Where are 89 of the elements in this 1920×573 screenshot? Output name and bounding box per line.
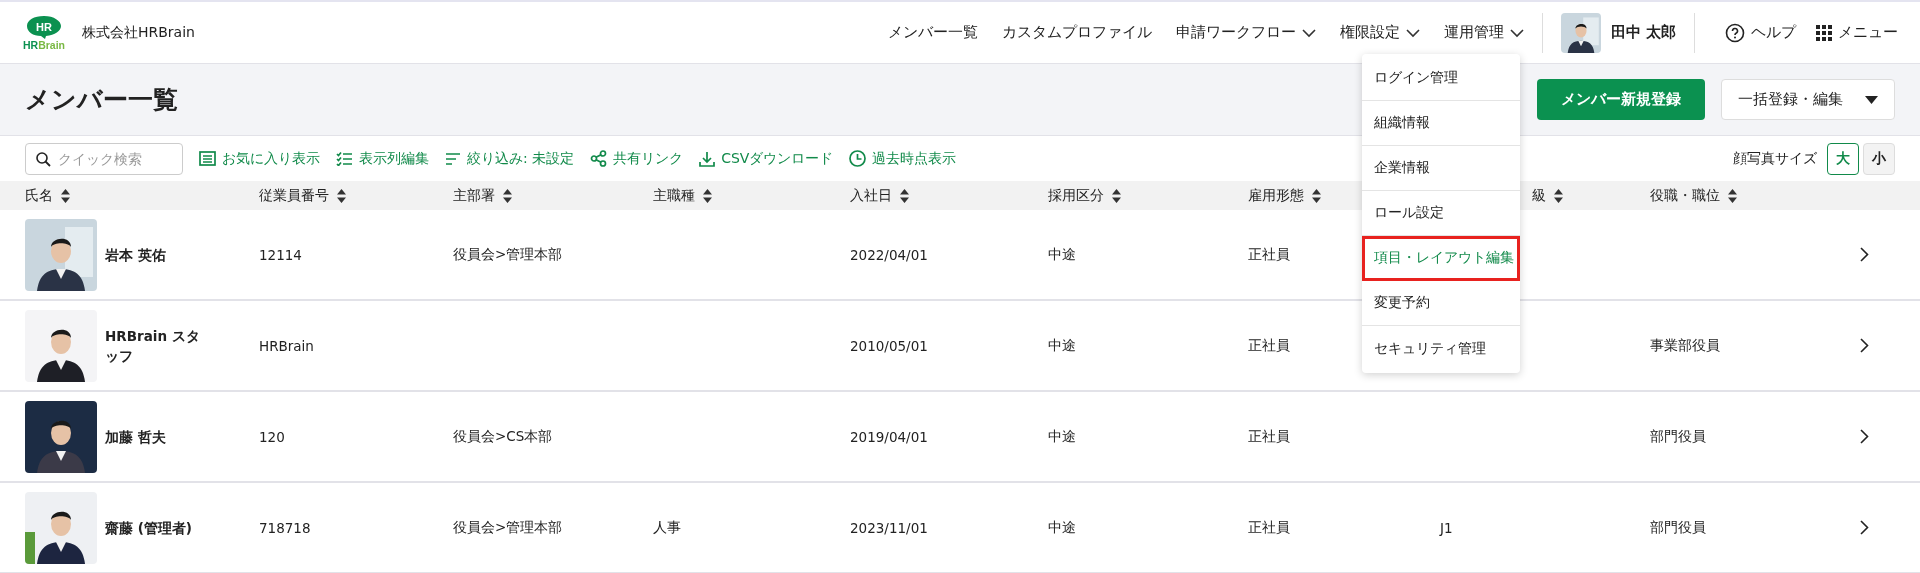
grid-icon bbox=[1816, 24, 1832, 41]
column-heading[interactable]: 主部署 bbox=[453, 186, 495, 205]
menu-link[interactable]: メニュー bbox=[1816, 23, 1898, 42]
table-cell: 正社員 bbox=[1248, 427, 1290, 446]
chevron-right-icon[interactable] bbox=[1860, 247, 1869, 262]
column-heading[interactable]: 採用区分 bbox=[1048, 186, 1104, 205]
sort-icon[interactable] bbox=[1554, 188, 1563, 203]
download-icon bbox=[699, 150, 716, 167]
chevron-down-icon bbox=[1405, 27, 1420, 38]
table-cell: 中途 bbox=[1048, 336, 1076, 355]
caret-icon bbox=[1865, 95, 1878, 104]
column-heading[interactable]: 役職・職位 bbox=[1650, 186, 1720, 205]
member-name[interactable]: 岩本 英佑 bbox=[105, 244, 201, 265]
column-heading[interactable]: 氏名 bbox=[25, 186, 53, 205]
company-name: 株式会社HRBrain bbox=[82, 23, 195, 42]
table-cell: 120 bbox=[259, 428, 285, 445]
nav-link[interactable]: 権限設定 bbox=[1339, 23, 1420, 42]
table-cell: HRBrain bbox=[259, 337, 314, 354]
table-cell: 役員会>管理本部 bbox=[453, 518, 563, 537]
toolbar-link[interactable]: お気に入り表示 bbox=[199, 149, 320, 168]
nav-link[interactable]: カスタムプロファイル bbox=[1001, 23, 1152, 42]
table-cell: 2010/05/01 bbox=[850, 337, 928, 354]
member-name[interactable]: HRBrain スタッフ bbox=[105, 325, 201, 366]
column-heading[interactable]: 級 bbox=[1532, 186, 1546, 205]
table-cell: 部門役員 bbox=[1650, 427, 1706, 446]
logo-speech-bubble-icon: HR bbox=[26, 14, 62, 39]
sort-icon[interactable] bbox=[703, 188, 712, 203]
table-cell: 2019/04/01 bbox=[850, 428, 928, 445]
chevron-right-icon[interactable] bbox=[1860, 338, 1869, 353]
nav-link[interactable]: 申請ワークフロー bbox=[1175, 23, 1316, 42]
filter-icon bbox=[445, 152, 461, 165]
chevron-down-icon bbox=[1509, 27, 1524, 38]
table-cell: 部門役員 bbox=[1650, 518, 1706, 537]
table-cell: 中途 bbox=[1048, 427, 1076, 446]
nav-link[interactable]: 運用管理 bbox=[1443, 23, 1524, 42]
column-heading[interactable]: 入社日 bbox=[850, 186, 892, 205]
table-cell: 12114 bbox=[259, 246, 302, 263]
chevron-right-icon[interactable] bbox=[1860, 520, 1869, 535]
table-cell: 中途 bbox=[1048, 518, 1076, 537]
table-cell: J1 bbox=[1440, 519, 1453, 536]
chevron-down-icon bbox=[1301, 27, 1316, 38]
nav-link[interactable]: メンバー一覧 bbox=[887, 23, 978, 42]
sort-icon[interactable] bbox=[1728, 188, 1737, 203]
table-cell: 2022/04/01 bbox=[850, 246, 928, 263]
sort-icon[interactable] bbox=[900, 188, 909, 203]
table-cell: 正社員 bbox=[1248, 245, 1290, 264]
sort-icon[interactable] bbox=[337, 188, 346, 203]
size-toggle[interactable]: 小 bbox=[1863, 142, 1895, 175]
table-cell: 役員会>管理本部 bbox=[453, 245, 563, 264]
toolbar-link[interactable]: 共有リンク bbox=[590, 149, 684, 168]
table-cell: 役員会>CS本部 bbox=[453, 427, 553, 446]
search-field[interactable]: クイック検索 bbox=[25, 142, 183, 175]
new-member-button[interactable]: メンバー新規登録 bbox=[1537, 79, 1705, 120]
page-title: メンバー一覧 bbox=[25, 84, 178, 116]
table-cell: 事業部役員 bbox=[1650, 336, 1720, 355]
size-toggle[interactable]: 大 bbox=[1827, 142, 1859, 175]
menu-item[interactable]: 変更予約 bbox=[1362, 281, 1520, 326]
sort-icon[interactable] bbox=[61, 188, 70, 203]
toolbar-link[interactable]: 過去時点表示 bbox=[849, 149, 957, 168]
table-cell: 2023/11/01 bbox=[850, 519, 928, 536]
column-heading[interactable]: 雇用形態 bbox=[1248, 186, 1304, 205]
sort-icon[interactable] bbox=[1312, 188, 1321, 203]
clock-icon bbox=[849, 150, 867, 167]
user-name[interactable]: 田中 太郎 bbox=[1610, 23, 1676, 42]
bulk-edit-button[interactable]: 一括登録・編集 bbox=[1721, 79, 1895, 120]
menu-item[interactable]: セキュリティ管理 bbox=[1362, 326, 1520, 371]
toolbar-link[interactable]: 表示列編集 bbox=[336, 149, 429, 168]
member-name[interactable]: 加藤 哲夫 bbox=[105, 426, 201, 447]
table-cell: 人事 bbox=[653, 518, 681, 537]
column-heading[interactable]: 主職種 bbox=[653, 186, 695, 205]
column-heading[interactable]: 従業員番号 bbox=[259, 186, 329, 205]
sort-icon[interactable] bbox=[1112, 188, 1121, 203]
member-name[interactable]: 齋藤 (管理者) bbox=[105, 517, 201, 538]
table-cell: 正社員 bbox=[1248, 336, 1290, 355]
logo-wordmark: HRBrain bbox=[23, 38, 65, 51]
help-icon bbox=[1725, 22, 1745, 43]
sort-icon[interactable] bbox=[503, 188, 512, 203]
toolbar-link[interactable]: CSVダウンロード bbox=[699, 149, 834, 168]
toolbar-link[interactable]: 絞り込み: 未設定 bbox=[445, 149, 575, 168]
help-link[interactable]: ヘルプ bbox=[1725, 22, 1796, 43]
photo-size-label: 顔写真サイズ bbox=[1733, 149, 1817, 168]
table-cell: 正社員 bbox=[1248, 518, 1290, 537]
list-icon bbox=[199, 151, 216, 166]
menu-item[interactable]: 項目・レイアウト編集 bbox=[1362, 236, 1520, 281]
table-cell: 718718 bbox=[259, 519, 311, 536]
table-cell: 中途 bbox=[1048, 245, 1076, 264]
checklist-icon bbox=[336, 151, 353, 166]
share-icon bbox=[590, 150, 608, 167]
chevron-right-icon[interactable] bbox=[1860, 429, 1869, 444]
